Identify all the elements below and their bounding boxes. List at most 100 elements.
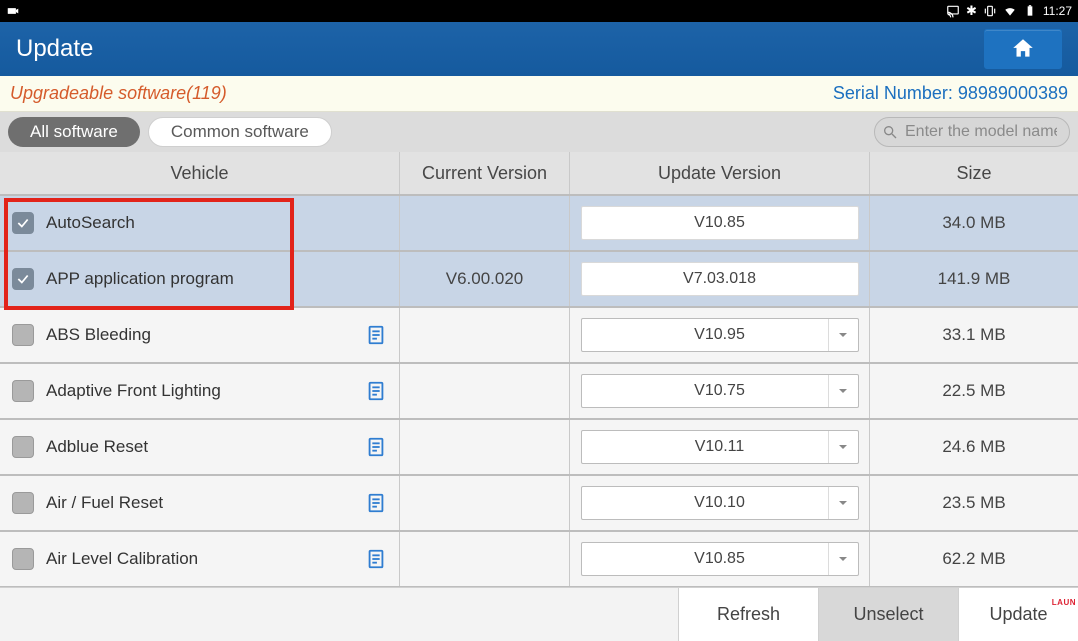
row-checkbox[interactable] (12, 212, 34, 234)
table-row: Air / Fuel Reset V10.10 23.5 MB (0, 476, 1078, 532)
cell-update-version: V10.11 (570, 420, 870, 474)
vehicle-name: Air Level Calibration (46, 549, 353, 569)
camera-icon (6, 4, 20, 18)
search-icon (882, 124, 898, 140)
android-status-bar: ✱ 11:27 (0, 0, 1078, 22)
cell-size: 23.5 MB (870, 476, 1078, 530)
doc-icon[interactable] (365, 436, 387, 458)
search-input[interactable] (874, 117, 1070, 147)
cell-update-version: V10.85 (570, 196, 870, 250)
chevron-down-icon (837, 553, 849, 565)
header-current-version: Current Version (400, 152, 570, 194)
filter-row: All software Common software (0, 112, 1078, 152)
cell-current-version (400, 308, 570, 362)
update-version-dropdown[interactable]: V10.11 (581, 430, 859, 464)
cell-size: 141.9 MB (870, 252, 1078, 306)
cell-update-version: V10.85 (570, 532, 870, 586)
cell-vehicle: Adaptive Front Lighting (0, 364, 400, 418)
wifi-icon (1003, 4, 1017, 18)
update-version-value: V10.85 (590, 550, 850, 568)
cell-size: 24.6 MB (870, 420, 1078, 474)
chevron-down-icon (837, 497, 849, 509)
header-update-version: Update Version (570, 152, 870, 194)
cell-size: 33.1 MB (870, 308, 1078, 362)
table-row: Adaptive Front Lighting V10.75 22.5 MB (0, 364, 1078, 420)
cell-vehicle: APP application program (0, 252, 400, 306)
page-title: Update (16, 35, 93, 63)
vehicle-name: Air / Fuel Reset (46, 493, 353, 513)
update-version-value: V7.03.018 (581, 262, 859, 296)
table-rows: AutoSearchV10.8534.0 MBAPP application p… (0, 196, 1078, 588)
row-checkbox[interactable] (12, 380, 34, 402)
header-size: Size (870, 152, 1078, 194)
update-version-dropdown[interactable]: V10.95 (581, 318, 859, 352)
unselect-button[interactable]: Unselect (818, 588, 958, 641)
serial-number: Serial Number: 98989000389 (833, 83, 1068, 104)
update-version-dropdown[interactable]: V10.85 (581, 542, 859, 576)
row-checkbox[interactable] (12, 324, 34, 346)
table-row: AutoSearch V10.85 34.0 MB (0, 196, 1078, 252)
row-checkbox[interactable] (12, 268, 34, 290)
cell-update-version: V10.95 (570, 308, 870, 362)
cell-update-version: V10.75 (570, 364, 870, 418)
cell-vehicle: ABS Bleeding (0, 308, 400, 362)
vibrate-icon (983, 4, 997, 18)
doc-icon[interactable] (365, 324, 387, 346)
tab-common-software[interactable]: Common software (148, 117, 332, 147)
cell-vehicle: AutoSearch (0, 196, 400, 250)
table-row: Adblue Reset V10.11 24.6 MB (0, 420, 1078, 476)
cell-current-version (400, 196, 570, 250)
refresh-button[interactable]: Refresh (678, 588, 818, 641)
cast-icon (946, 4, 960, 18)
table-row: APP application programV6.00.020V7.03.01… (0, 252, 1078, 308)
table-row: Air Level Calibration V10.85 62.2 MB (0, 532, 1078, 588)
doc-icon[interactable] (365, 548, 387, 570)
vehicle-name: Adaptive Front Lighting (46, 381, 353, 401)
update-version-value: V10.10 (590, 494, 850, 512)
update-version-value: V10.75 (590, 382, 850, 400)
cell-current-version (400, 364, 570, 418)
doc-icon[interactable] (365, 380, 387, 402)
update-version-value: V10.11 (590, 438, 850, 456)
tab-all-software[interactable]: All software (8, 117, 140, 147)
notice-row: Upgradeable software(119) Serial Number:… (0, 76, 1078, 112)
vehicle-name: APP application program (46, 269, 387, 289)
cell-update-version: V7.03.018 (570, 252, 870, 306)
status-time: 11:27 (1043, 4, 1072, 18)
chevron-down-icon (837, 385, 849, 397)
vehicle-name: AutoSearch (46, 213, 387, 233)
home-button[interactable] (984, 29, 1062, 69)
cell-vehicle: Air Level Calibration (0, 532, 400, 586)
bottom-bar: Refresh Unselect Update LAUN (0, 587, 1078, 641)
bluetooth-icon: ✱ (966, 3, 977, 19)
cell-vehicle: Air / Fuel Reset (0, 476, 400, 530)
row-checkbox[interactable] (12, 548, 34, 570)
update-version-dropdown[interactable]: V10.75 (581, 374, 859, 408)
home-icon (1010, 36, 1036, 62)
cell-vehicle: Adblue Reset (0, 420, 400, 474)
cell-size: 34.0 MB (870, 196, 1078, 250)
cell-current-version (400, 476, 570, 530)
vehicle-name: ABS Bleeding (46, 325, 353, 345)
update-version-value: V10.95 (590, 326, 850, 344)
update-button[interactable]: Update LAUN (958, 588, 1078, 641)
app-root: ✱ 11:27 Update Upgradeable software(119)… (0, 0, 1078, 641)
cell-size: 62.2 MB (870, 532, 1078, 586)
vehicle-name: Adblue Reset (46, 437, 353, 457)
doc-icon[interactable] (365, 492, 387, 514)
cell-size: 22.5 MB (870, 364, 1078, 418)
update-version-dropdown[interactable]: V10.10 (581, 486, 859, 520)
update-version-value: V10.85 (581, 206, 859, 240)
chevron-down-icon (837, 329, 849, 341)
table-row: ABS Bleeding V10.95 33.1 MB (0, 308, 1078, 364)
row-checkbox[interactable] (12, 436, 34, 458)
serial-value: 98989000389 (958, 83, 1068, 103)
upgradeable-label: Upgradeable software(119) (10, 83, 227, 104)
row-checkbox[interactable] (12, 492, 34, 514)
title-bar: Update (0, 22, 1078, 76)
update-button-label: Update (989, 604, 1047, 625)
serial-label: Serial Number: (833, 83, 958, 103)
cell-current-version (400, 420, 570, 474)
header-vehicle: Vehicle (0, 152, 400, 194)
table-header: Vehicle Current Version Update Version S… (0, 152, 1078, 196)
